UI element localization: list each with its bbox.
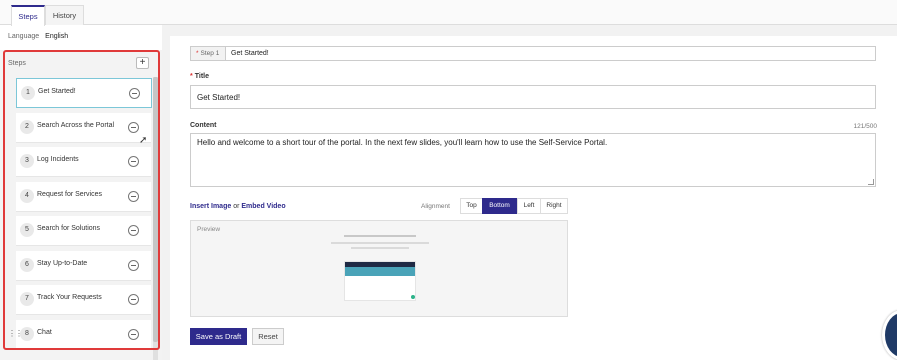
preview-dot xyxy=(411,295,415,299)
preview-box: Preview xyxy=(190,220,568,317)
step-tag-label: Step 1 xyxy=(200,50,220,57)
align-left-button[interactable]: Left xyxy=(517,198,541,214)
title-label: * Title xyxy=(190,73,209,80)
language-label: Language xyxy=(8,33,40,40)
reset-button[interactable]: Reset xyxy=(252,328,284,345)
alignment-label: Alignment xyxy=(421,203,450,210)
align-bottom-button[interactable]: Bottom xyxy=(482,198,517,214)
insert-image-link[interactable]: Insert Image xyxy=(190,203,231,210)
language-value[interactable]: English xyxy=(45,33,68,40)
save-as-draft-button[interactable]: Save as Draft xyxy=(190,328,247,345)
title-label-text: Title xyxy=(194,73,209,80)
tab-bar: Steps History xyxy=(0,0,897,26)
step-name-value: Get Started! xyxy=(231,50,269,57)
tab-steps[interactable]: Steps xyxy=(11,5,45,26)
resize-handle-icon[interactable] xyxy=(868,179,874,185)
content-value: Hello and welcome to a short tour of the… xyxy=(197,138,608,147)
preview-text-line xyxy=(331,242,429,244)
media-links: Insert Image or Embed Video xyxy=(190,203,286,210)
align-top-button[interactable]: Top xyxy=(460,198,483,214)
content-textarea[interactable]: Hello and welcome to a short tour of the… xyxy=(190,133,876,187)
preview-label: Preview xyxy=(197,226,221,233)
align-right-button[interactable]: Right xyxy=(540,198,568,214)
preview-shot-banner xyxy=(345,267,415,276)
step-tag: * Step 1 xyxy=(191,47,226,60)
preview-title-line xyxy=(344,235,416,237)
highlight-box xyxy=(3,50,160,350)
preview-screenshot xyxy=(344,261,416,301)
mouse-cursor-icon: ➚ xyxy=(139,135,148,146)
preview-text-line xyxy=(351,247,409,249)
language-row: Language English xyxy=(8,33,68,40)
embed-video-link[interactable]: Embed Video xyxy=(241,203,285,210)
or-text: or xyxy=(233,203,240,210)
tab-history[interactable]: History xyxy=(45,5,84,25)
content-label: Content xyxy=(190,122,217,129)
step-name-field[interactable]: * Step 1 Get Started! xyxy=(190,46,876,61)
character-counter: 121/500 xyxy=(853,123,878,130)
title-input[interactable]: Get Started! xyxy=(190,85,876,109)
